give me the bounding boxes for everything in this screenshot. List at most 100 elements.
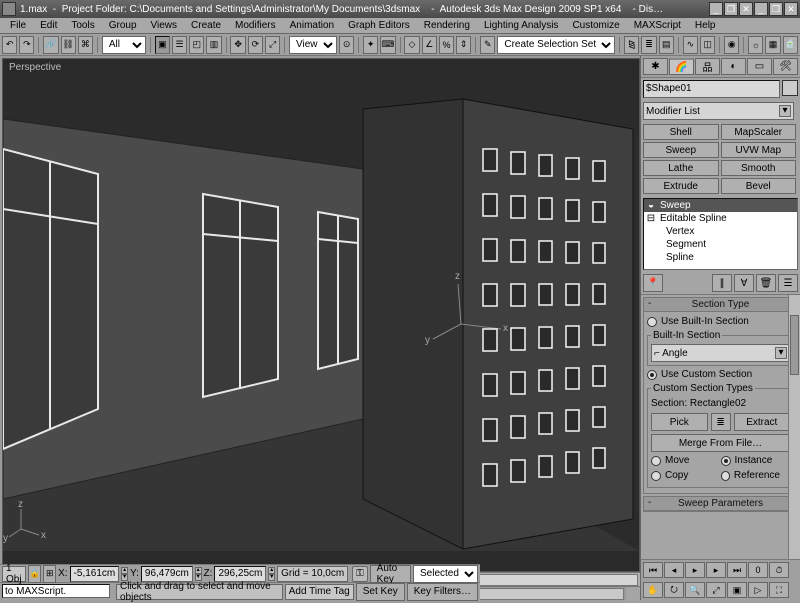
mod-lathe[interactable]: Lathe [643,160,719,176]
menu-group[interactable]: Group [103,19,143,32]
mod-shell[interactable]: Shell [643,124,719,140]
menu-animation[interactable]: Animation [284,19,340,32]
abs-transform-button[interactable]: ⊞ [43,565,56,583]
show-end-result-button[interactable]: ∥ [712,274,732,292]
snap-toggle-button[interactable]: ◇ [404,36,419,54]
maxscript-mini-listener[interactable]: to MAXScript. [2,584,110,598]
merge-from-file-button[interactable]: Merge From File… [651,434,790,452]
named-sel-edit[interactable]: ✎ [480,36,495,54]
mod-sweep[interactable]: Sweep [643,142,719,158]
modifier-list-dropdown[interactable]: Modifier List▾ [643,102,794,120]
menu-file[interactable]: File [4,19,32,32]
pan-view-button[interactable]: ✋ [643,582,663,598]
setkey-button[interactable]: Set Key [356,583,405,601]
stack-sub-vertex[interactable]: Vertex [644,225,797,238]
scale-button[interactable]: ⤢ [265,36,280,54]
zoom-extents-button[interactable]: ▣ [727,582,747,598]
child-restore-button[interactable]: ❐ [769,2,783,16]
undo-button[interactable]: ↶ [2,36,17,54]
extract-button[interactable]: Extract [734,413,791,431]
radio-use-builtin[interactable]: Use Built-In Section [647,315,794,328]
autokey-button[interactable]: Auto Key [370,565,411,583]
modifier-stack[interactable]: ◒Sweep ⊟Editable Spline Vertex Segment S… [643,198,798,270]
rotate-button[interactable]: ⟳ [248,36,263,54]
ref-coord-dropdown[interactable]: View [289,36,337,54]
tab-motion[interactable]: ◐ [721,58,746,75]
panel-scrollbar[interactable] [788,295,800,600]
select-region-button[interactable]: ◰ [189,36,204,54]
lock-selection-button[interactable]: 🔒 [28,565,41,583]
bind-button[interactable]: ⌘ [78,36,93,54]
radio-instance[interactable]: Instance [721,454,781,467]
move-button[interactable]: ✥ [230,36,245,54]
align-button[interactable]: ≣ [641,36,656,54]
time-config-button[interactable]: 0 [748,562,768,578]
angle-snap-button[interactable]: ∠ [422,36,437,54]
schematic-view-button[interactable]: ◫ [700,36,715,54]
menu-tools[interactable]: Tools [65,19,100,32]
radio-move[interactable]: Move [651,454,711,467]
layers-button[interactable]: ▤ [659,36,674,54]
mirror-button[interactable]: ⧎ [624,36,639,54]
tab-display[interactable]: ▭ [747,58,772,75]
quick-render-button[interactable]: 🍵 [783,36,798,54]
tab-hierarchy[interactable]: 品 [695,58,720,75]
fov-button[interactable]: ▷ [748,582,768,598]
redo-button[interactable]: ↷ [19,36,34,54]
set-key-icon[interactable]: ⚿ [352,566,367,582]
material-editor-button[interactable]: ◉ [724,36,739,54]
key-filters-button[interactable]: Key Filters… [407,583,478,601]
selection-filter-dropdown[interactable]: All [102,36,146,54]
make-unique-button[interactable]: ∀ [734,274,754,292]
stack-item-editable-spline[interactable]: ⊟Editable Spline [644,212,797,225]
select-button[interactable]: ▣ [155,36,170,54]
menu-modifiers[interactable]: Modifiers [229,19,282,32]
play-button[interactable]: ▸ [685,562,705,578]
x-input[interactable]: -5,161cm [70,566,120,582]
goto-end-button[interactable]: ⏭ [727,562,747,578]
menu-maxscript[interactable]: MAXScript [628,19,687,32]
zoom-all-button[interactable]: ⤢ [706,582,726,598]
object-color-swatch[interactable] [782,80,798,96]
configure-sets-button[interactable]: ☰ [778,274,798,292]
viewport-perspective[interactable]: Perspective [2,58,640,572]
manipulate-button[interactable]: ✦ [363,36,378,54]
keyboard-shortcut-button[interactable]: ⌨ [380,36,395,54]
builtin-section-dropdown[interactable]: ⌐ Angle▾ [651,344,790,362]
unlink-button[interactable]: ⛓ [61,36,76,54]
rollout-header-sweep-params[interactable]: Sweep Parameters [644,497,797,511]
radio-reference[interactable]: Reference [721,469,781,482]
remove-modifier-button[interactable]: 🗑 [756,274,776,292]
menu-help[interactable]: Help [689,19,722,32]
pivot-button[interactable]: ⊙ [339,36,354,54]
key-mode-dropdown[interactable]: Selected [413,565,478,583]
menu-rendering[interactable]: Rendering [418,19,476,32]
stack-item-sweep[interactable]: ◒Sweep [644,199,797,212]
zoom-button[interactable]: 🔍 [685,582,705,598]
pick-list-button[interactable]: ≣ [711,413,731,431]
object-name-input[interactable]: $Shape01 [643,80,780,98]
mod-extrude[interactable]: Extrude [643,178,719,194]
curve-editor-button[interactable]: ∿ [683,36,698,54]
render-setup-button[interactable]: ☼ [748,36,763,54]
minimize-button[interactable]: _ [709,2,723,16]
mod-uvwmap[interactable]: UVW Map [721,142,797,158]
z-input[interactable]: 296,25cm [214,566,266,582]
restore-button[interactable]: ❐ [724,2,738,16]
spinner-snap-button[interactable]: ⇕ [456,36,471,54]
tab-modify[interactable]: 🌈 [669,58,694,75]
link-button[interactable]: 🔗 [43,36,58,54]
next-frame-button[interactable]: ▸ [706,562,726,578]
close-button[interactable]: ✕ [739,2,753,16]
percent-snap-button[interactable]: % [439,36,454,54]
named-selection-dropdown[interactable]: Create Selection Set [497,36,615,54]
tab-utilities[interactable]: 🛠 [773,58,798,75]
radio-use-custom[interactable]: Use Custom Section [647,368,794,381]
mod-bevel[interactable]: Bevel [721,178,797,194]
menu-customize[interactable]: Customize [566,19,625,32]
child-close-button[interactable]: ✕ [784,2,798,16]
stack-sub-spline[interactable]: Spline [644,251,797,264]
pin-stack-button[interactable]: 📍 [643,274,663,292]
mod-mapscaler[interactable]: MapScaler [721,124,797,140]
menu-edit[interactable]: Edit [34,19,63,32]
